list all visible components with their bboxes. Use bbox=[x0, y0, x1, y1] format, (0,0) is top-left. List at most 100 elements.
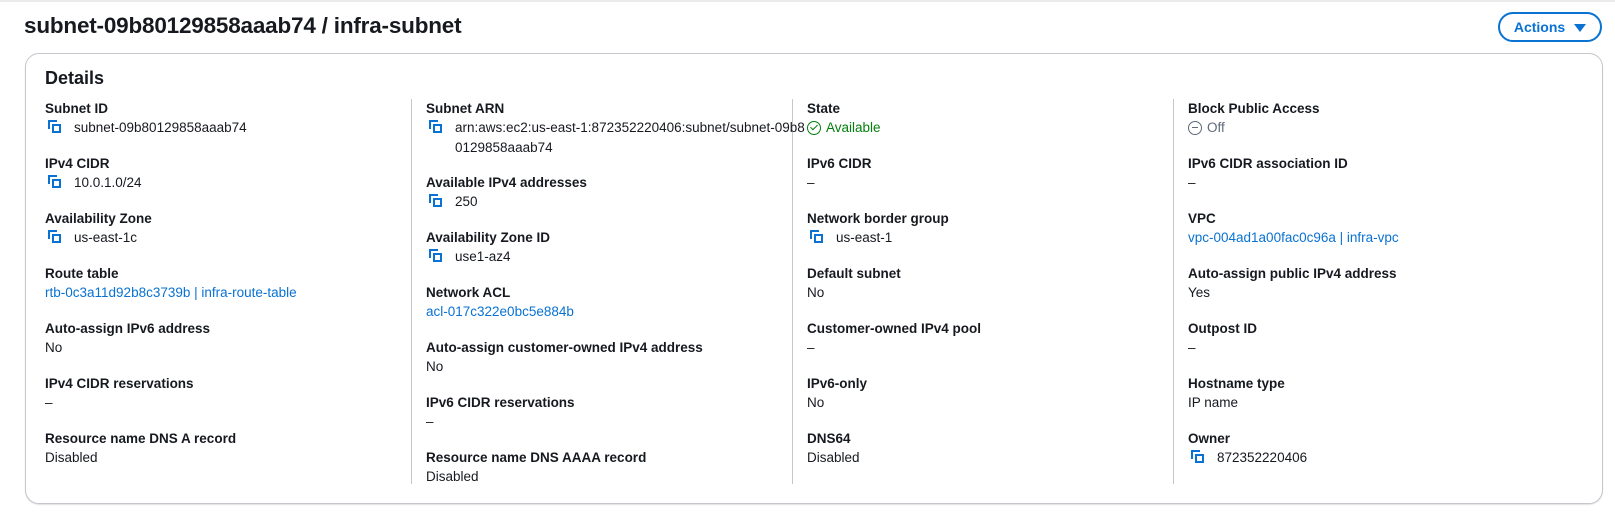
page-title: subnet-09b80129858aaab74 / infra-subnet bbox=[24, 13, 462, 38]
ipv6-cidr-value: – bbox=[807, 175, 815, 190]
details-column-2: Subnet ARN arn:aws:ec2:us-east-1:8723522… bbox=[426, 99, 805, 503]
field-label: Subnet ID bbox=[45, 101, 108, 116]
field-dns-aaaa-record: Resource name DNS AAAA record Disabled bbox=[426, 448, 805, 503]
field-outpost-id: Outpost ID – bbox=[1188, 319, 1399, 374]
check-circle-icon bbox=[807, 120, 821, 135]
field-hostname-type: Hostname type IP name bbox=[1188, 374, 1399, 429]
field-label: State bbox=[807, 101, 841, 116]
ipv6-only-value: No bbox=[807, 395, 825, 410]
status-badge: Available bbox=[807, 118, 981, 137]
auto-assign-customer-ipv4-value: No bbox=[426, 359, 444, 374]
actions-dropdown-button[interactable]: Actions bbox=[1498, 12, 1602, 42]
column-divider bbox=[1173, 99, 1174, 484]
field-state: State Available bbox=[807, 99, 981, 154]
vpc-link[interactable]: vpc-004ad1a00fac0c96a | infra-vpc bbox=[1188, 228, 1399, 247]
field-vpc: VPC vpc-004ad1a00fac0c96a | infra-vpc bbox=[1188, 209, 1399, 264]
copy-icon[interactable] bbox=[429, 120, 443, 134]
field-label: IPv4 CIDR bbox=[45, 156, 110, 171]
copy-icon[interactable] bbox=[48, 230, 62, 244]
field-label: Availability Zone bbox=[45, 211, 152, 226]
field-label: Block Public Access bbox=[1188, 101, 1320, 116]
ipv6-cidr-association-id-value: – bbox=[1188, 175, 1196, 190]
field-label: Subnet ARN bbox=[426, 101, 505, 116]
field-label: Resource name DNS AAAA record bbox=[426, 450, 647, 465]
field-owner: Owner 872352220406 bbox=[1188, 429, 1399, 484]
copy-icon[interactable] bbox=[429, 249, 443, 263]
details-heading: Details bbox=[45, 68, 105, 88]
field-subnet-id: Subnet ID subnet-09b80129858aaab74 bbox=[45, 99, 297, 154]
subnet-arn-value: arn:aws:ec2:us-east-1:872352220406:subne… bbox=[455, 120, 805, 155]
field-label: Auto-assign public IPv4 address bbox=[1188, 266, 1397, 281]
network-border-group-value: us-east-1 bbox=[836, 230, 893, 245]
auto-assign-ipv6-value: No bbox=[45, 340, 63, 355]
field-route-table: Route table rtb-0c3a11d92b8c3739b | infr… bbox=[45, 264, 297, 319]
availability-zone-value: us-east-1c bbox=[74, 230, 138, 245]
field-ipv6-only: IPv6-only No bbox=[807, 374, 981, 429]
block-public-access-value: Off bbox=[1207, 120, 1225, 135]
default-subnet-value: No bbox=[807, 285, 825, 300]
field-label: Outpost ID bbox=[1188, 321, 1257, 336]
field-label: Hostname type bbox=[1188, 376, 1285, 391]
column-divider bbox=[411, 99, 412, 484]
field-auto-assign-ipv6: Auto-assign IPv6 address No bbox=[45, 319, 297, 374]
field-label: Network ACL bbox=[426, 285, 511, 300]
available-ipv4-value: 250 bbox=[455, 194, 478, 209]
network-acl-link[interactable]: acl-017c322e0bc5e884b bbox=[426, 302, 805, 321]
auto-assign-public-ipv4-value: Yes bbox=[1188, 285, 1211, 300]
state-value: Available bbox=[826, 120, 881, 135]
copy-icon[interactable] bbox=[810, 230, 824, 244]
field-dns64: DNS64 Disabled bbox=[807, 429, 981, 484]
copy-icon[interactable] bbox=[48, 120, 62, 134]
copy-icon[interactable] bbox=[48, 175, 62, 189]
field-label: Available IPv4 addresses bbox=[426, 175, 587, 190]
field-ipv4-cidr: IPv4 CIDR 10.0.1.0/24 bbox=[45, 154, 297, 209]
field-label: IPv6 CIDR bbox=[807, 156, 872, 171]
field-default-subnet: Default subnet No bbox=[807, 264, 981, 319]
field-ipv6-cidr: IPv6 CIDR – bbox=[807, 154, 981, 209]
field-auto-assign-customer-ipv4: Auto-assign customer-owned IPv4 address … bbox=[426, 338, 805, 393]
ipv4-cidr-value: 10.0.1.0/24 bbox=[74, 175, 142, 190]
field-auto-assign-public-ipv4: Auto-assign public IPv4 address Yes bbox=[1188, 264, 1399, 319]
outpost-id-value: – bbox=[1188, 340, 1196, 355]
stopped-icon bbox=[1188, 120, 1202, 135]
field-customer-owned-pool: Customer-owned IPv4 pool – bbox=[807, 319, 981, 374]
status-badge: Off bbox=[1188, 118, 1399, 137]
field-label: DNS64 bbox=[807, 431, 851, 446]
details-column-4: Block Public Access Off IPv6 CIDR associ… bbox=[1188, 99, 1399, 484]
details-panel: Details Subnet ID subnet-09b80129858aaab… bbox=[25, 53, 1603, 504]
caret-down-icon bbox=[1574, 23, 1587, 32]
subnet-id-value: subnet-09b80129858aaab74 bbox=[74, 120, 247, 135]
field-ipv6-cidr-association-id: IPv6 CIDR association ID – bbox=[1188, 154, 1399, 209]
copy-icon[interactable] bbox=[1191, 450, 1205, 464]
field-label: Availability Zone ID bbox=[426, 230, 551, 245]
az-id-value: use1-az4 bbox=[455, 249, 511, 264]
field-label: IPv6 CIDR association ID bbox=[1188, 156, 1348, 171]
field-label: Owner bbox=[1188, 431, 1231, 446]
customer-owned-pool-value: – bbox=[807, 340, 815, 355]
field-ipv4-cidr-reservations: IPv4 CIDR reservations – bbox=[45, 374, 297, 429]
dns-a-record-value: Disabled bbox=[45, 450, 98, 465]
field-ipv6-cidr-reservations: IPv6 CIDR reservations – bbox=[426, 393, 805, 448]
field-network-border-group: Network border group us-east-1 bbox=[807, 209, 981, 264]
hostname-type-value: IP name bbox=[1188, 395, 1239, 410]
route-table-link[interactable]: rtb-0c3a11d92b8c3739b | infra-route-tabl… bbox=[45, 283, 297, 302]
field-label: Route table bbox=[45, 266, 119, 281]
owner-value: 872352220406 bbox=[1217, 450, 1308, 465]
field-label: IPv4 CIDR reservations bbox=[45, 376, 194, 391]
copy-icon[interactable] bbox=[429, 194, 443, 208]
field-label: Customer-owned IPv4 pool bbox=[807, 321, 982, 336]
top-border bbox=[0, 0, 1615, 2]
actions-label: Actions bbox=[1513, 19, 1566, 35]
field-available-ipv4: Available IPv4 addresses 250 bbox=[426, 173, 805, 228]
ipv4-cidr-reservations-value: – bbox=[45, 395, 53, 410]
details-column-3: State Available IPv6 CIDR – Network bord… bbox=[807, 99, 981, 484]
dns-aaaa-record-value: Disabled bbox=[426, 469, 479, 484]
field-availability-zone: Availability Zone us-east-1c bbox=[45, 209, 297, 264]
field-az-id: Availability Zone ID use1-az4 bbox=[426, 228, 805, 283]
field-label: IPv6-only bbox=[807, 376, 868, 391]
field-label: Auto-assign IPv6 address bbox=[45, 321, 211, 336]
ipv6-cidr-reservations-value: – bbox=[426, 414, 434, 429]
field-label: Auto-assign customer-owned IPv4 address bbox=[426, 340, 703, 355]
field-label: Default subnet bbox=[807, 266, 901, 281]
field-label: Network border group bbox=[807, 211, 949, 226]
